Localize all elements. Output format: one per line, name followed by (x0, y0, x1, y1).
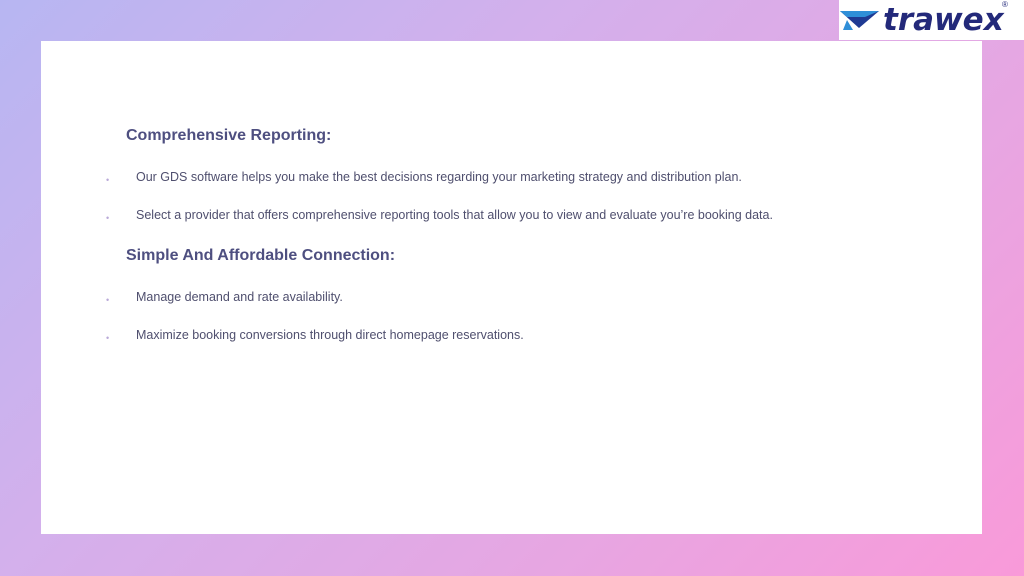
bullet-text-maximize-conversions: Maximize booking conversions through dir… (136, 328, 524, 342)
slide-content-card: Comprehensive Reporting: • Our GDS softw… (41, 41, 982, 534)
section-heading-comprehensive-reporting: Comprehensive Reporting: (126, 127, 332, 144)
bullet-icon: • (106, 333, 110, 343)
bullet-text-gds-decisions: Our GDS software helps you make the best… (136, 170, 742, 184)
section-heading-simple-affordable-connection: Simple And Affordable Connection: (126, 247, 396, 264)
trawex-logo-mark-icon (840, 11, 879, 30)
trawex-logo: trawex ® (839, 0, 1024, 40)
bullet-icon: • (106, 295, 110, 305)
bullet-icon: • (106, 213, 110, 223)
logo-wordmark: trawex (883, 2, 1004, 38)
registered-trademark: ® (1002, 0, 1008, 9)
bullet-icon: • (106, 175, 110, 185)
bullet-text-reporting-tools: Select a provider that offers comprehens… (136, 208, 773, 222)
bullet-text-manage-demand: Manage demand and rate availability. (136, 290, 343, 304)
